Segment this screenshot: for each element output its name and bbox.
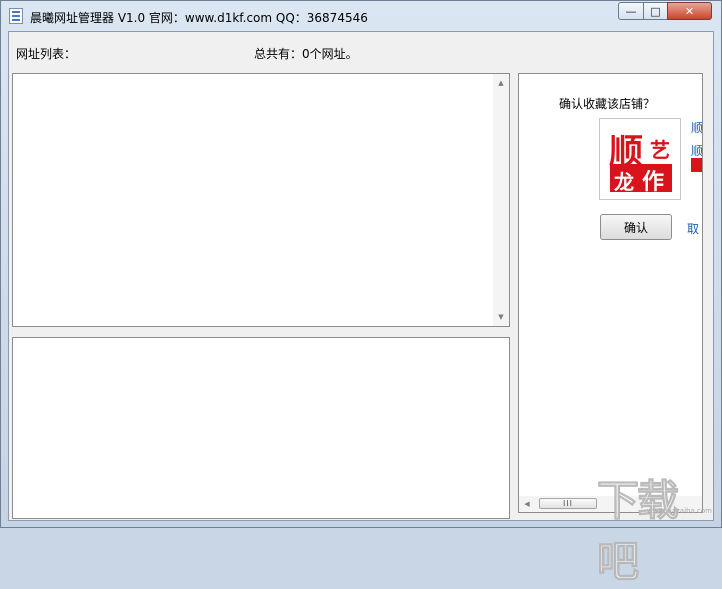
browser-panel[interactable]: 确认收藏该店铺？ 顺 艺 龙 作 顺 顺 确认 取 ◀ III: [518, 73, 703, 513]
shop-name-link[interactable]: 顺: [691, 119, 702, 136]
detail-panel[interactable]: [12, 337, 510, 519]
confirm-button-label: 确认: [623, 220, 648, 235]
maximize-button[interactable]: □: [643, 2, 668, 20]
minimize-button[interactable]: —: [618, 2, 644, 20]
close-button[interactable]: ✕: [667, 2, 712, 20]
thumb-grip: III: [562, 499, 574, 508]
shop-logo[interactable]: 顺 艺 龙 作: [599, 118, 681, 200]
url-list-label: 网址列表：: [16, 47, 77, 61]
scroll-down-icon[interactable]: ▼: [493, 310, 509, 324]
app-window: 晨曦网址管理器 V1.0 官网：www.d1kf.com QQ：36874546…: [0, 0, 722, 587]
watermark: 下载吧 www.xiazaiba.com: [597, 467, 712, 587]
url-count-label: 总共有：0个网址。: [254, 47, 358, 61]
title-bar[interactable]: 晨曦网址管理器 V1.0 官网：www.d1kf.com QQ：36874546…: [1, 1, 721, 31]
scroll-left-icon[interactable]: ◀: [519, 497, 535, 511]
watermark-logo: 下载吧: [597, 476, 680, 587]
scroll-up-icon[interactable]: ▲: [493, 76, 509, 90]
url-list-scrollbar[interactable]: ▲ ▼: [493, 74, 509, 326]
watermark-url: www.xiazaiba.com: [647, 507, 712, 515]
close-icon: ✕: [684, 4, 695, 18]
app-icon: [9, 8, 23, 24]
maximize-icon: □: [650, 4, 661, 18]
hscroll-thumb[interactable]: III: [539, 498, 597, 509]
window-title: 晨曦网址管理器 V1.0 官网：www.d1kf.com QQ：36874546: [30, 11, 368, 25]
favorite-prompt: 确认收藏该店铺？: [559, 97, 656, 111]
logo-image: 顺 艺 龙 作: [608, 126, 672, 195]
shop-subtitle-link[interactable]: 顺: [691, 142, 702, 159]
logo-char-4: 作: [642, 169, 665, 195]
cancel-link[interactable]: 取: [687, 220, 699, 237]
logo-char-3: 龙: [614, 170, 634, 194]
logo-char-2: 艺: [650, 138, 670, 162]
confirm-button[interactable]: 确认: [600, 214, 672, 240]
client-area: 网址列表： 总共有：0个网址。 ▲ ▼ 确认收藏该店铺？ 顺 艺 龙 作 顺 顺…: [8, 31, 714, 521]
url-list-panel[interactable]: ▲ ▼: [12, 73, 510, 327]
shop-badge-icon: [691, 158, 702, 172]
minimize-icon: —: [625, 4, 637, 18]
